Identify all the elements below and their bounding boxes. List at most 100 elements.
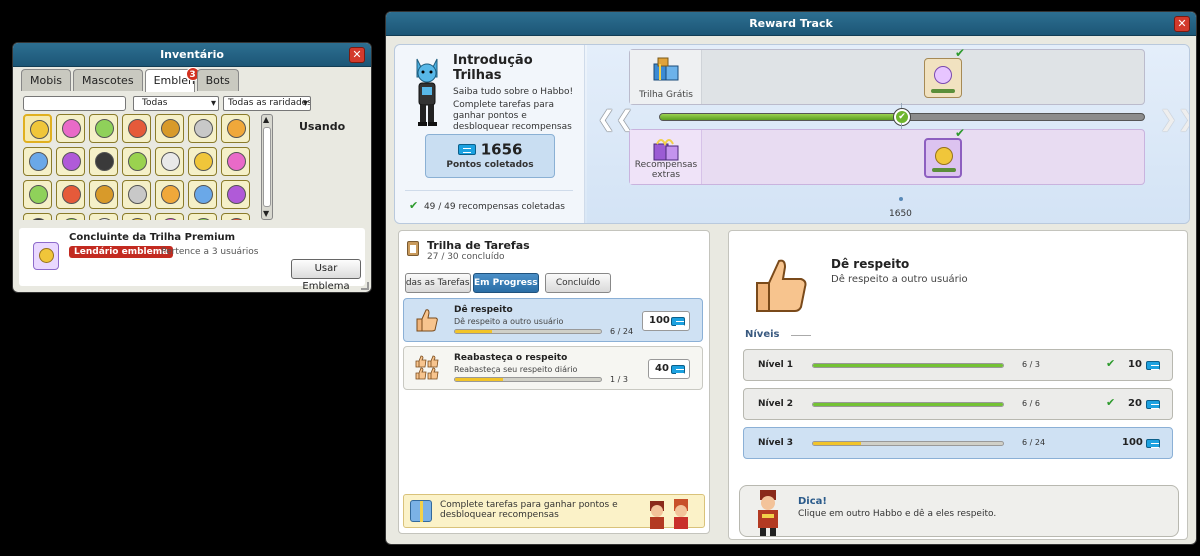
detail-tip: Dica! Clique em outro Habbo e dê a eles … [739,485,1179,537]
tab-mascotes[interactable]: Mascotes [73,69,143,91]
reward-track: ❮❮ ❯❯ Trilha Grátis ✔ ✔ [587,45,1189,223]
badge-slot[interactable] [221,147,250,176]
badge-slot[interactable] [122,213,151,220]
level-row: Nível 1 6 / 3 ✔ 10 [743,349,1173,381]
badge-slot[interactable] [221,180,250,209]
badge-slot[interactable] [23,147,52,176]
level-progress-text: 6 / 6 [1022,399,1040,408]
levels-divider [791,335,811,336]
level-reward: 20 [1128,398,1142,409]
badge-slot[interactable] [56,213,85,220]
inventory-tabs: Mobis Mascotes Emblemas 3 Bots [21,67,239,93]
task-name: Dê respeito [454,305,513,315]
tab-bots[interactable]: Bots [196,69,239,91]
extra-track-label: Recompensas extras [634,160,698,180]
badge-slot[interactable] [122,114,151,143]
badge-slot[interactable] [89,114,118,143]
resize-handle-icon[interactable] [361,282,369,290]
badge-icon [95,119,114,138]
habbo-characters-icon [650,499,688,529]
badge-slot[interactable] [56,114,85,143]
track-overview: Introdução Trilhas Saiba tudo sobre o Ha… [394,44,1190,224]
scroll-up-icon[interactable]: ▲ [263,115,269,125]
badge-slot[interactable] [23,114,52,143]
badge-slot[interactable] [155,114,184,143]
level-progress-bar [812,363,1004,368]
tab-emblemas[interactable]: Emblemas 3 [144,67,200,93]
tab-mobis[interactable]: Mobis [21,69,71,91]
track-next-arrow-icon[interactable]: ❯❯ [1159,107,1189,132]
badge-slot[interactable] [56,180,85,209]
task-list-panel: Trilha de Tarefas 27 / 30 concluído Toda… [398,230,710,534]
track-prev-arrow-icon[interactable]: ❮❮ [597,107,634,132]
points-box: 1656 Pontos coletados [425,134,555,178]
badge-slot[interactable] [23,180,52,209]
use-badge-button[interactable]: Usar Emblema [291,259,361,292]
badge-icon [62,152,81,171]
badge-icon [227,152,246,171]
badge-icon [29,185,48,204]
badge-search-input[interactable] [23,96,126,111]
badge-slot[interactable] [188,114,217,143]
task-description: Dê respeito a outro usuário [454,317,564,326]
task-row[interactable]: Dê respeito Dê respeito a outro usuário … [403,298,703,342]
intro-description: Complete tarefas para ganhar pontos e de… [453,100,572,132]
track-marker-dot [899,197,903,201]
tasks-tip-text: Complete tarefas para ganhar pontos e de… [440,500,618,520]
task-progress-text: 1 / 3 [610,375,628,384]
badge-icon [95,185,114,204]
badge-slot[interactable] [188,147,217,176]
extra-reward-slot[interactable] [924,138,962,178]
task-row[interactable]: Reabasteça o respeito Reabasteça seu res… [403,346,703,390]
badge-slot[interactable] [89,147,118,176]
extra-reward-check-icon: ✔ [955,126,966,140]
badge-slot[interactable] [122,147,151,176]
tab-completed[interactable]: Concluído [545,273,611,293]
badge-slot[interactable] [188,180,217,209]
extra-gift-icon [653,139,679,161]
badge-slot[interactable] [155,213,184,220]
badge-slot[interactable] [188,213,217,220]
badge-slot[interactable] [89,213,118,220]
tab-all-tasks[interactable]: Todas as Tarefas [405,273,471,293]
badge-slot[interactable] [23,213,52,220]
badge-icon [227,119,246,138]
badge-icon [128,119,147,138]
badge-icon [95,152,114,171]
scroll-down-icon[interactable]: ▼ [263,209,269,219]
task-reward: 100 [642,311,690,331]
badge-icon [194,218,213,220]
badge-slot[interactable] [155,180,184,209]
badge-slot[interactable] [89,180,118,209]
type-filter-select[interactable]: Todas [133,96,219,111]
badge-icon [29,218,48,220]
level-name: Nível 2 [758,399,794,409]
tasks-subtitle: 27 / 30 concluído [427,252,505,262]
points-label: Pontos coletados [446,159,534,170]
badge-slot[interactable] [155,147,184,176]
rarity-filter-select[interactable]: Todas as raridades [223,96,311,111]
reward-track-close-icon[interactable]: ✕ [1174,16,1190,32]
inventory-window: Inventário ✕ Mobis Mascotes Emblemas 3 B… [12,42,372,293]
scrollbar-thumb[interactable] [263,127,271,207]
tab-in-progress[interactable]: Em Progresso [473,273,539,293]
task-description: Reabasteça seu respeito diário [454,365,578,374]
badge-grid-scrollbar[interactable]: ▲ ▼ [261,114,273,220]
free-reward-slot[interactable] [924,58,962,98]
badge-slot[interactable] [56,147,85,176]
badge-slot[interactable] [221,114,250,143]
task-detail-panel: Dê respeito Dê respeito a outro usuário … [728,230,1188,540]
inventory-body: Todas Todas as raridades ▲ ▼ Usando Conc… [19,92,365,292]
tasks-tip: Complete tarefas para ganhar pontos e de… [403,494,705,529]
ticket-icon [1146,400,1160,409]
badge-icon [128,152,147,171]
inventory-close-icon[interactable]: ✕ [349,47,365,63]
badge-slot[interactable] [122,180,151,209]
level-name: Nível 3 [758,438,794,448]
level-progress-text: 6 / 24 [1022,438,1046,447]
tasks-title: Trilha de Tarefas [427,239,530,252]
badge-slot[interactable] [221,213,250,220]
using-label: Usando [299,120,346,133]
badge-icon [30,120,49,139]
level-progress-text: 6 / 3 [1022,360,1040,369]
